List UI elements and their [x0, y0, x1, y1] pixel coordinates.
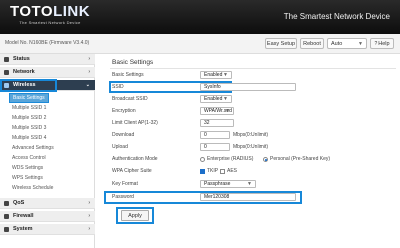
chevron-right-icon: ›: [88, 56, 90, 62]
sidebar-subitem-multiple-ssid-2[interactable]: Multiple SSID 2: [12, 114, 46, 122]
wpa-cipher-label: WPA Cipher Suite: [112, 168, 152, 174]
select-value: Enabled: [204, 72, 223, 78]
sidebar-subitem-multiple-ssid-1[interactable]: Multiple SSID 1: [12, 104, 46, 112]
sidebar-subitem-basic-settings[interactable]: Basic Settings: [9, 93, 49, 103]
sidebar-item-system[interactable]: System ›: [0, 224, 95, 235]
chevron-down-icon: ▼: [358, 40, 363, 47]
auth-personal-label: Personal (Pre-Shared Key): [270, 156, 331, 162]
sidebar-label: System: [13, 226, 33, 232]
help-button[interactable]: ? Help: [370, 38, 394, 49]
ssid-label: SSID: [112, 84, 124, 90]
upload-unit: Mbps(0:Unlimit): [233, 144, 269, 150]
header-tagline: The Smartest Network Device: [283, 12, 390, 21]
broadcast-ssid-select[interactable]: Enabled ▼: [200, 95, 232, 103]
help-icon: ?: [374, 40, 378, 47]
chevron-down-icon: ⌄: [85, 82, 90, 88]
chevron-down-icon: ▼: [247, 181, 252, 187]
easy-setup-button[interactable]: Easy Setup: [265, 38, 297, 49]
sidebar-item-network[interactable]: Network ›: [0, 67, 95, 78]
chevron-right-icon: ›: [88, 213, 90, 219]
aes-label: AES: [227, 168, 238, 174]
sidebar-label: Status: [13, 56, 30, 62]
sidebar-label: Network: [13, 69, 35, 75]
upload-input[interactable]: 0: [200, 143, 230, 151]
title-divider: [110, 68, 396, 69]
brand-logo[interactable]: TOTOLINK The Smartest Network Device: [6, 4, 94, 26]
auth-enterprise-label: Enterprise (RADIUS): [207, 156, 254, 162]
key-format-label: Key Format: [112, 181, 138, 187]
sidebar-subitem-multiple-ssid-3[interactable]: Multiple SSID 3: [12, 124, 46, 132]
download-unit: Mbps(0:Unlimit): [233, 132, 269, 138]
logo-subtext: The Smartest Network Device: [19, 20, 81, 25]
select-value: Enabled: [204, 96, 223, 102]
qos-icon: [4, 201, 9, 206]
chevron-down-icon: ▼: [223, 72, 228, 78]
network-icon: [4, 70, 9, 75]
sidebar-subitem-wps-settings[interactable]: WPS Settings: [12, 174, 43, 182]
encryption-select[interactable]: WPA/Wr.sed ▼: [200, 107, 234, 115]
sidebar-subitem-advanced-settings[interactable]: Advanced Settings: [12, 144, 54, 152]
chevron-right-icon: ›: [88, 69, 90, 75]
top-toolbar: Model No. N160BE (Firmware V3.4.0) Easy …: [0, 34, 400, 54]
settings-panel: Basic Settings Basic Settings Enabled ▼ S…: [96, 54, 400, 248]
broadcast-ssid-label: Broadcast SSID: [112, 96, 148, 102]
ssid-input[interactable]: SysInfo: [200, 83, 296, 91]
sidebar-label: QoS: [13, 200, 25, 206]
apply-button[interactable]: Apply: [121, 210, 149, 221]
chevron-right-icon: ›: [88, 200, 90, 206]
chevron-down-icon: ▼: [225, 108, 230, 114]
mode-select[interactable]: Auto ▼: [327, 38, 367, 49]
sidebar-item-qos[interactable]: QoS ›: [0, 198, 95, 209]
encryption-label: Encryption: [112, 108, 136, 114]
wireless-highlight-box: [0, 79, 57, 92]
key-format-select[interactable]: Passphrase ▼: [200, 180, 256, 188]
sidebar-subitem-wireless-schedule[interactable]: Wireless Schedule: [12, 184, 53, 192]
help-label: Help: [378, 40, 390, 47]
limit-client-label: Limit Client AP(1-32): [112, 120, 158, 126]
basic-settings-label: Basic Settings: [112, 72, 144, 78]
upload-label: Upload: [112, 144, 128, 150]
sidebar-subitem-access-control[interactable]: Access Control: [12, 154, 46, 162]
sidebar-item-status[interactable]: Status ›: [0, 54, 95, 65]
auth-mode-label: Authentication Mode: [112, 156, 158, 162]
sidebar-subitem-multiple-ssid-4[interactable]: Multiple SSID 4: [12, 134, 46, 142]
page-title: Basic Settings: [112, 59, 154, 66]
logo-text: TOTOLINK: [9, 3, 91, 20]
password-input[interactable]: Mer120308: [200, 193, 296, 201]
mode-select-value: Auto: [331, 40, 343, 47]
download-input[interactable]: 0: [200, 131, 230, 139]
download-label: Download: [112, 132, 135, 138]
tkip-checkbox[interactable]: [200, 169, 205, 174]
select-value: Passphrase: [204, 181, 231, 187]
sidebar-subitem-wds-settings[interactable]: WDS Settings: [12, 164, 43, 172]
chevron-right-icon: ›: [88, 226, 90, 232]
limit-client-input[interactable]: 32: [200, 119, 234, 127]
chevron-down-icon: ▼: [223, 96, 228, 102]
sidebar-label: Firewall: [13, 213, 34, 219]
sidebar-item-firewall[interactable]: Firewall ›: [0, 211, 95, 222]
basic-settings-select[interactable]: Enabled ▼: [200, 71, 232, 79]
aes-checkbox[interactable]: [220, 169, 225, 174]
model-info: Model No. N160BE (Firmware V3.4.0): [5, 40, 90, 46]
tkip-label: TKIP: [207, 168, 219, 174]
password-label: Password: [112, 194, 134, 200]
status-icon: [4, 57, 9, 62]
auth-enterprise-radio[interactable]: [200, 157, 205, 162]
sidebar-nav: Status › Network › Wireless ⌄ Basic Setting…: [0, 54, 95, 248]
firewall-icon: [4, 214, 9, 219]
auth-personal-radio[interactable]: [263, 157, 268, 162]
reboot-button[interactable]: Reboot: [300, 38, 324, 49]
system-icon: [4, 227, 9, 232]
header-bar: TOTOLINK The Smartest Network Device The…: [0, 0, 400, 34]
